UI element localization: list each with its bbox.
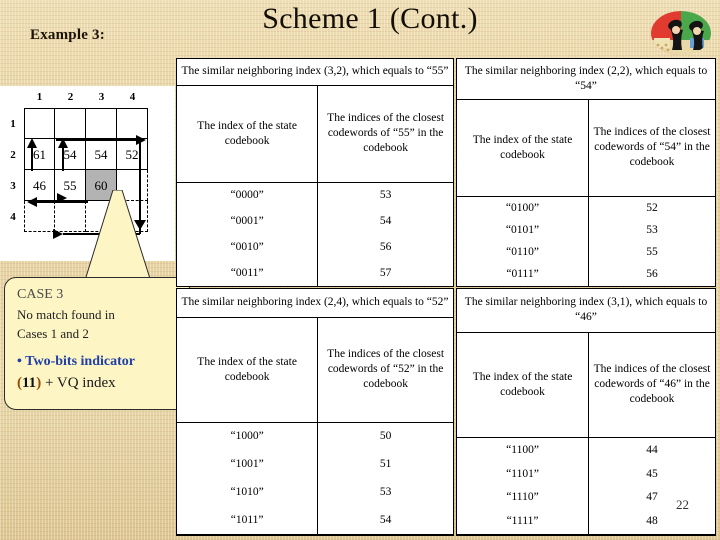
- table-row: “1000”: [177, 421, 319, 451]
- table-row: “1111”: [457, 509, 590, 535]
- table-row: 54: [317, 208, 453, 235]
- table-55: The similar neighboring index (3,2), whi…: [176, 58, 454, 287]
- callout-bullet-text: Two-bits indicator: [25, 354, 135, 369]
- table-55-header: The similar neighboring index (3,2), whi…: [177, 59, 453, 86]
- people-clipart: [648, 4, 714, 56]
- table-row: 53: [317, 181, 453, 209]
- callout-line-2: Cases 1 and 2: [17, 326, 89, 341]
- table-row: 56: [317, 234, 453, 261]
- table-46-header: The similar neighboring index (3,1), whi…: [457, 289, 715, 333]
- table-row: “0101”: [457, 219, 590, 242]
- table-row: 57: [317, 260, 453, 286]
- table-54-header: The similar neighboring index (2,2), whi…: [457, 59, 715, 100]
- table-52-col-header-1: The indices of the closest codewords of …: [317, 316, 453, 423]
- table-row: “1100”: [457, 436, 590, 463]
- table-55-col-header-1: The indices of the closest codewords of …: [317, 84, 453, 183]
- table-row: “0001”: [177, 208, 319, 235]
- table-52: The similar neighboring index (2,4), whi…: [176, 288, 454, 536]
- page-number: 22: [676, 497, 689, 512]
- callout-vq-index: + VQ index: [41, 375, 116, 391]
- table-row: “1001”: [177, 450, 319, 479]
- table-row: 55: [588, 241, 715, 264]
- page-title: Scheme 1 (Cont.): [262, 2, 478, 35]
- callout-bullet-line: • Two-bits indicator: [17, 354, 135, 370]
- table-row: 53: [588, 219, 715, 242]
- table-54-col-header-1: The indices of the closest codewords of …: [588, 98, 715, 197]
- callout-case-title: CASE 3: [17, 287, 64, 302]
- table-46-col-header-1: The indices of the closest codewords of …: [588, 331, 715, 438]
- table-row: “0111”: [457, 263, 590, 286]
- table-row: 47: [588, 485, 715, 510]
- table-row: 44: [588, 436, 715, 463]
- table-52-header: The similar neighboring index (2,4), whi…: [177, 289, 453, 318]
- callout-last-line: (11) + VQ index: [17, 375, 116, 392]
- table-row: “1101”: [457, 462, 590, 486]
- table-54: The similar neighboring index (2,2), whi…: [456, 58, 716, 287]
- table-row: “0100”: [457, 195, 590, 220]
- table-55-col-header-0: The index of the state codebook: [177, 84, 319, 183]
- table-row: 53: [317, 478, 453, 507]
- table-46-col-header-0: The index of the state codebook: [457, 331, 590, 438]
- table-row: “1110”: [457, 485, 590, 510]
- table-row: 51: [317, 450, 453, 479]
- table-row: 48: [588, 509, 715, 535]
- table-row: “0110”: [457, 241, 590, 264]
- table-54-col-header-0: The index of the state codebook: [457, 98, 590, 197]
- table-row: 52: [588, 195, 715, 220]
- table-row: “1010”: [177, 478, 319, 507]
- table-row: “1011”: [177, 506, 319, 536]
- callout-line-1: No match found in: [17, 307, 115, 322]
- case-3-callout: CASE 3 No match found in Cases 1 and 2 •…: [4, 277, 190, 410]
- table-row: “0011”: [177, 260, 319, 286]
- table-row: 50: [317, 421, 453, 451]
- table-row: 54: [317, 506, 453, 536]
- table-row: “0010”: [177, 234, 319, 261]
- table-row: 45: [588, 462, 715, 486]
- example-label: Example 3:: [30, 27, 105, 43]
- callout-two-bits: 11: [22, 375, 37, 391]
- bullet-icon: •: [17, 354, 22, 369]
- table-row: “0000”: [177, 181, 319, 209]
- table-52-col-header-0: The index of the state codebook: [177, 316, 319, 423]
- table-row: 56: [588, 263, 715, 286]
